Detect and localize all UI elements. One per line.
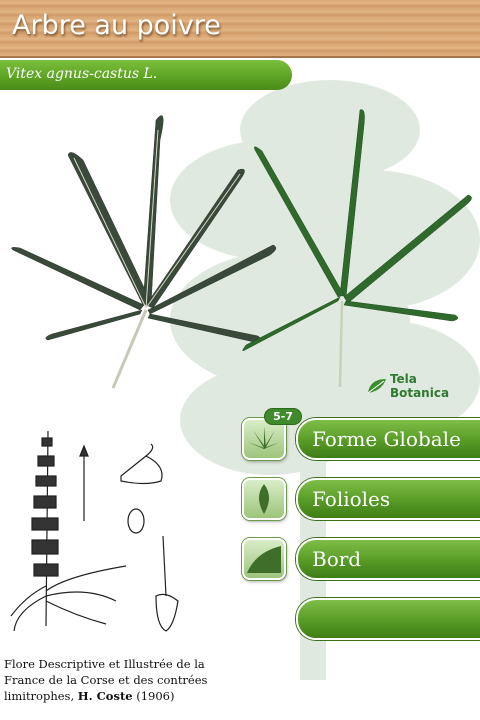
- edge-thumbnail[interactable]: [242, 538, 286, 580]
- leaf-photo-underside: [11, 115, 277, 389]
- credits-year: (1906): [136, 689, 175, 703]
- leaf-photo-upperside: [242, 109, 472, 388]
- app-header: Arbre au poivre: [0, 0, 480, 58]
- credits-author: H. Coste: [77, 689, 133, 703]
- species-name-bar: Vitex agnus-castus L.: [0, 60, 292, 90]
- leaf-edge-icon: [247, 546, 281, 573]
- botanical-illustration: [10, 430, 179, 632]
- palmate-leaf-icon: [248, 426, 280, 449]
- tela-leaf-icon: [367, 379, 386, 394]
- leaflets-thumbnail[interactable]: [242, 478, 286, 520]
- leaflets-button[interactable]: Folioles: [296, 478, 480, 520]
- single-leaflet-icon: [259, 484, 269, 514]
- leaflet-count-badge: 5-7: [264, 408, 302, 425]
- tela-botanica-text: Tela Botanica: [389, 372, 450, 400]
- global-shape-button[interactable]: Forme Globale: [296, 418, 480, 460]
- empty-criterion-button[interactable]: [296, 598, 480, 640]
- illustration-credits: Flore Descriptive et Illustrée de la Fra…: [4, 656, 244, 704]
- tela-botanica-logo: Tela Botanica: [366, 372, 480, 400]
- latin-name: Vitex agnus-castus L.: [6, 66, 158, 82]
- edge-button[interactable]: Bord: [296, 538, 480, 580]
- page-title: Arbre au poivre: [12, 10, 221, 41]
